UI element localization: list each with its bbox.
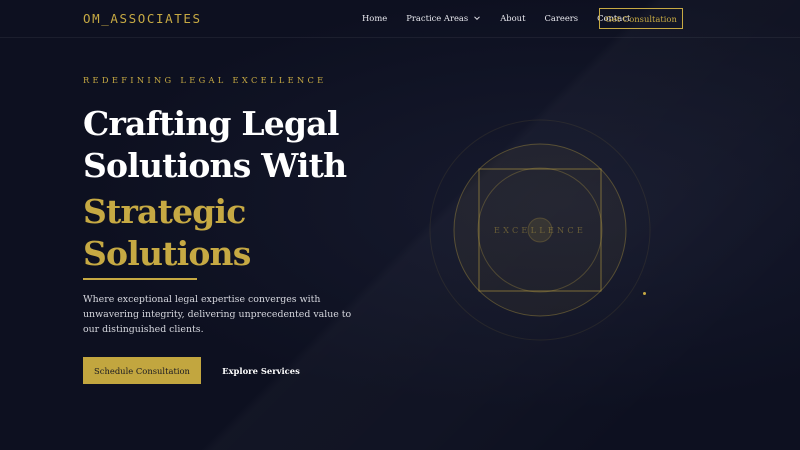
nav-link-careers[interactable]: Careers (544, 13, 578, 23)
hero-accent-line-2: Solutions (83, 234, 251, 273)
hero-headline-line-1: Crafting Legal (83, 104, 339, 143)
hero-headline-line-2: Solutions With (83, 146, 347, 185)
explore-services-button[interactable]: Explore Services (217, 357, 305, 384)
nav-link-practice-areas-label: Practice Areas (406, 13, 469, 23)
accent-underline (83, 278, 197, 280)
accent-dot (643, 292, 646, 295)
brand-logo[interactable]: OM_ASSOCIATES (83, 11, 202, 26)
top-navbar: OM_ASSOCIATES Home Practice Areas About … (0, 0, 800, 38)
get-consultation-button[interactable]: Get Consultation (599, 8, 683, 29)
chevron-down-icon (474, 16, 481, 21)
nav-link-home[interactable]: Home (362, 13, 387, 23)
schedule-consultation-button[interactable]: Schedule Consultation (83, 357, 201, 384)
nav-link-practice-areas[interactable]: Practice Areas (406, 13, 481, 23)
hero-headline: Crafting Legal Solutions With (83, 103, 413, 187)
hero-accent-line-1: Strategic (83, 192, 246, 231)
hero-headline-accent: Strategic Solutions (83, 191, 413, 275)
nav-link-about[interactable]: About (500, 13, 525, 23)
hero-subcopy: Where exceptional legal expertise conver… (83, 294, 352, 335)
hero-eyebrow: REDEFINING LEGAL EXCELLENCE (83, 75, 327, 85)
emblem-label: EXCELLENCE (493, 225, 587, 235)
